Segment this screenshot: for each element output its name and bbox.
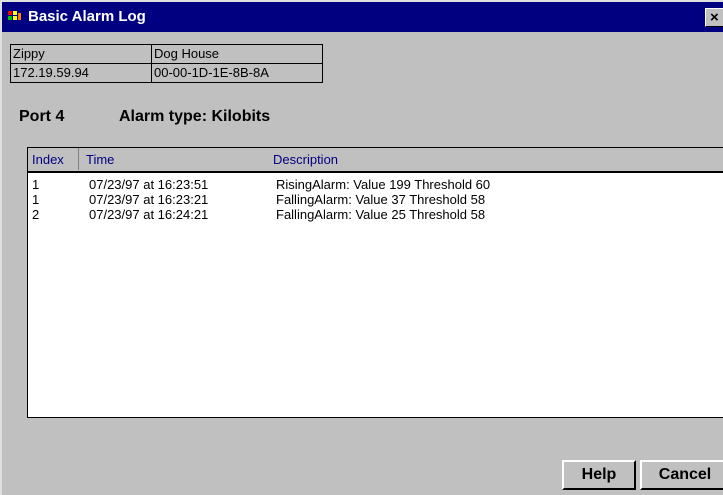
device-ip-address: 172.19.59.94 <box>10 63 152 83</box>
item-time: 07/23/97 at 16:23:21 <box>89 192 209 207</box>
help-button[interactable]: Help <box>562 460 636 490</box>
column-header-time[interactable]: Time <box>86 152 114 168</box>
port-label: Port 4 <box>19 108 65 125</box>
device-name: Zippy <box>10 44 152 64</box>
device-mac-address: 00-00-1D-1E-8B-8A <box>151 63 323 83</box>
list-item[interactable]: 1 07/23/97 at 16:23:51 RisingAlarm: Valu… <box>28 177 723 192</box>
list-header: Index Time Description <box>28 148 723 173</box>
item-index: 1 <box>32 177 40 192</box>
item-description: RisingAlarm: Value 199 Threshold 60 <box>276 177 491 192</box>
alarm-log-list[interactable]: Index Time Description 1 07/23/97 at 16:… <box>27 147 723 418</box>
device-info-row: 172.19.59.94 00-00-1D-1E-8B-8A <box>10 63 323 83</box>
app-icon <box>8 11 21 20</box>
alarm-log-window: Basic Alarm Log × Zippy Dog House 172.19… <box>0 0 723 495</box>
item-time: 07/23/97 at 16:24:21 <box>89 207 209 222</box>
close-button[interactable]: × <box>705 8 723 27</box>
alarm-type-label: Alarm type: Kilobits <box>119 108 271 125</box>
column-header-index[interactable]: Index <box>32 148 79 170</box>
device-location: Dog House <box>151 44 323 64</box>
cancel-button[interactable]: Cancel <box>640 460 723 490</box>
item-index: 2 <box>32 207 40 222</box>
item-description: FallingAlarm: Value 25 Threshold 58 <box>276 207 486 222</box>
item-description: FallingAlarm: Value 37 Threshold 58 <box>276 192 486 207</box>
device-info-row: Zippy Dog House <box>10 44 323 64</box>
close-icon: × <box>710 9 719 26</box>
title-bar[interactable]: Basic Alarm Log × <box>2 2 723 32</box>
item-index: 1 <box>32 192 40 207</box>
port-alarm-heading: Port 4 Alarm type: Kilobits <box>19 108 270 126</box>
device-info-table: Zippy Dog House 172.19.59.94 00-00-1D-1E… <box>10 44 323 83</box>
item-time: 07/23/97 at 16:23:51 <box>89 177 209 192</box>
column-header-description[interactable]: Description <box>273 152 338 168</box>
list-item[interactable]: 2 07/23/97 at 16:24:21 FallingAlarm: Val… <box>28 207 723 222</box>
list-item[interactable]: 1 07/23/97 at 16:23:21 FallingAlarm: Val… <box>28 192 723 207</box>
window-title: Basic Alarm Log <box>28 8 146 25</box>
